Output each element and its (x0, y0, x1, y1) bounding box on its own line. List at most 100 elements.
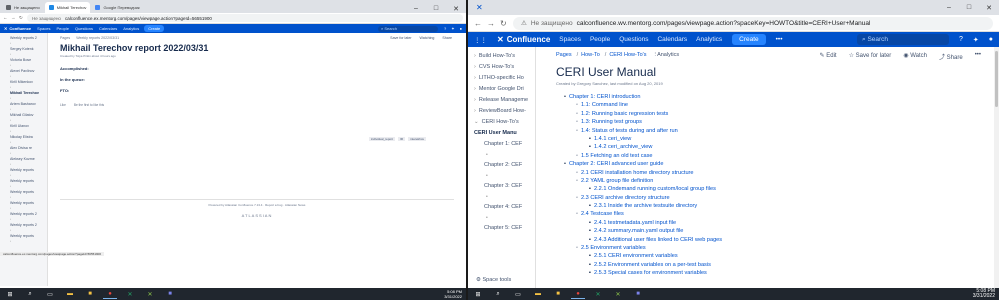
label-tag[interactable]: mterekhov (407, 137, 426, 141)
chevron-right-icon[interactable]: › (474, 75, 476, 81)
nav-spaces[interactable]: Spaces (559, 36, 581, 43)
sidebar-item[interactable]: Victoria Bose • (10, 57, 47, 68)
left-url-field[interactable]: Не защищено calconfluence.ex.mentorg.com/… (27, 14, 463, 22)
more-button[interactable]: ••• (776, 36, 783, 43)
analytics-link[interactable]: ⫶ Analytics (654, 52, 681, 58)
confluence-tab-icon[interactable]: ✕ (476, 3, 483, 12)
chevron-right-icon[interactable]: › (474, 64, 476, 70)
nav-people[interactable]: People (56, 26, 68, 31)
toc-item[interactable]: ▪ 2.3.1 Inside the archive testsuite dire… (556, 202, 979, 210)
right-url-field[interactable]: ⚠ Не защищено calconfluence.wv.mentorg.com… (513, 16, 993, 30)
space-tools[interactable]: ⚙ Space tools (476, 277, 511, 283)
left-tab-1[interactable]: Mikhail Terechov (44, 2, 91, 13)
toc-item[interactable]: ▪ 1.4.1 ceri_view (556, 135, 979, 143)
toc-item[interactable]: ◦ 2.3 CERI archive directory structure (556, 194, 979, 202)
breadcrumb-weekly[interactable]: Weekly reports 2022/03/31 (76, 36, 119, 40)
app-switcher-icon[interactable]: ⋮⋮ (474, 36, 487, 44)
sidebar-item[interactable]: Weekly reports 2 • (10, 35, 47, 46)
taskbar-clock[interactable]: 5:08 PM 3/31/2022 (973, 288, 999, 300)
share-button[interactable]: Share (442, 36, 452, 40)
toc-item[interactable]: ▪ 2.5.3 Special cases for environment var… (556, 269, 979, 277)
sidebar-item[interactable]: › LITHO-specific Ho (468, 73, 535, 84)
app-x-icon[interactable]: ✕ (611, 290, 625, 299)
chevron-right-icon[interactable]: › (474, 97, 476, 103)
task-view-icon[interactable]: ▭ (43, 290, 57, 299)
sidebar-item[interactable]: Weekly reports 2 • (10, 211, 47, 222)
sidebar-item[interactable]: Chapter 3: CEF (468, 181, 535, 192)
toc-item[interactable]: ▪ 2.4.1 testmetadata.yaml input file (556, 219, 979, 227)
edit-button[interactable]: ✎ Edit (820, 52, 837, 61)
toc-item[interactable]: ▪ 1.4.2 ceri_archive_view (556, 143, 979, 151)
nav-people[interactable]: People (590, 36, 610, 43)
breadcrumb-howto[interactable]: How-To (581, 52, 600, 58)
app-x-icon[interactable]: ✕ (143, 290, 157, 299)
notifications-icon[interactable]: ✦ (973, 36, 979, 44)
sidebar-item[interactable]: › ReviewBoard How- (468, 106, 535, 117)
avatar[interactable]: ● (460, 26, 462, 31)
sidebar-item[interactable]: › CVS How-To's (468, 62, 535, 73)
breadcrumb-pages[interactable]: Pages (60, 36, 70, 40)
toc-item[interactable]: ◦ 2.4 Testcase files (556, 210, 979, 218)
share-button[interactable]: ⤴ Share (939, 52, 963, 61)
toc-item[interactable]: ▪ 2.4.3 Additional user files linked to C… (556, 236, 979, 244)
toc-item[interactable]: ◦ 1.4: Status of tests during and after r… (556, 127, 979, 135)
sidebar-item[interactable]: Alexei Pavlinov • (10, 68, 47, 79)
nav-calendars[interactable]: Calendars (99, 26, 117, 31)
confluence-logo[interactable]: ✕ Confluence (497, 35, 550, 44)
back-icon[interactable]: ← (474, 19, 487, 28)
sidebar-item[interactable]: Chapter 2: CEF (468, 160, 535, 171)
help-icon[interactable]: ? (959, 36, 963, 43)
sidebar-item[interactable]: Weekly reports • (10, 178, 47, 189)
search-icon[interactable]: ⌕ (491, 290, 505, 299)
sidebar-item[interactable]: Chapter 4: CEF (468, 202, 535, 213)
nav-analytics[interactable]: Analytics (123, 26, 139, 31)
chevron-right-icon[interactable]: › (474, 108, 476, 114)
toc-item[interactable]: • Chapter 1: CERI introduction (556, 93, 979, 101)
close-icon[interactable]: ✕ (446, 5, 466, 13)
like-button[interactable]: Like (60, 103, 66, 107)
maximize-icon[interactable]: □ (959, 4, 979, 12)
sidebar-item[interactable]: Kirill Ulanov • (10, 123, 47, 134)
nav-analytics[interactable]: Analytics (696, 36, 722, 43)
sidebar-item[interactable]: Aleksey Kozme • (10, 156, 47, 167)
left-tab-2[interactable]: Google Переводчик (91, 2, 143, 13)
chevron-right-icon[interactable]: › (474, 53, 476, 59)
folder-icon[interactable]: ■ (83, 290, 97, 299)
notifications-icon[interactable]: ✦ (451, 26, 454, 31)
sidebar-item[interactable]: › Mentor Google Dri (468, 84, 535, 95)
windows-start-icon[interactable]: ⊞ (471, 290, 485, 299)
toc-item[interactable]: ◦ 2.1 CERI installation home directory st… (556, 169, 979, 177)
sidebar-item[interactable]: ⌄ CERI How-To's (468, 117, 535, 128)
scrollbar[interactable] (994, 47, 999, 288)
minimize-icon[interactable]: – (406, 5, 426, 13)
teams-icon[interactable]: ■ (631, 290, 645, 299)
label-tag[interactable]: IR (397, 137, 405, 141)
toc-item[interactable]: ◦ 1.1: Command line (556, 101, 979, 109)
confluence-logo[interactable]: ✕ Confluence (4, 26, 31, 31)
minimize-icon[interactable]: – (939, 4, 959, 12)
sidebar-item[interactable]: Weekly reports • (10, 200, 47, 211)
label-tag[interactable]: individual_report (368, 137, 395, 141)
search-input[interactable]: ⌕ Search (856, 34, 949, 45)
sidebar-item[interactable]: CERI User Manu (468, 128, 535, 139)
sidebar-item[interactable]: Sergey Kotenk • (10, 46, 47, 57)
back-icon[interactable]: ← (3, 15, 11, 21)
create-button[interactable]: Create (144, 25, 165, 32)
maximize-icon[interactable]: □ (426, 5, 446, 13)
toc-item[interactable]: ◦ 1.2: Running basic regression tests (556, 110, 979, 118)
file-explorer-icon[interactable]: ▬ (531, 290, 545, 299)
sidebar-item[interactable]: Mikhail Terechov • (10, 90, 47, 101)
avatar[interactable]: ● (989, 36, 993, 43)
nav-spaces[interactable]: Spaces (37, 26, 50, 31)
folder-icon[interactable]: ■ (551, 290, 565, 299)
sidebar-item[interactable]: Nikolay Elistra • (10, 134, 47, 145)
chrome-icon[interactable]: ● (571, 290, 585, 299)
breadcrumb-pages[interactable]: Pages (556, 52, 572, 58)
excel-icon[interactable]: ✕ (591, 290, 605, 299)
toc-item[interactable]: • Chapter 2: CERI advanced user guide (556, 160, 979, 168)
excel-icon[interactable]: ✕ (123, 290, 137, 299)
close-icon[interactable]: ✕ (979, 4, 999, 12)
forward-icon[interactable]: → (487, 19, 500, 28)
windows-start-icon[interactable]: ⊞ (3, 290, 17, 299)
toc-item[interactable]: ▪ 2.4.2 summary.main.yaml output file (556, 227, 979, 235)
